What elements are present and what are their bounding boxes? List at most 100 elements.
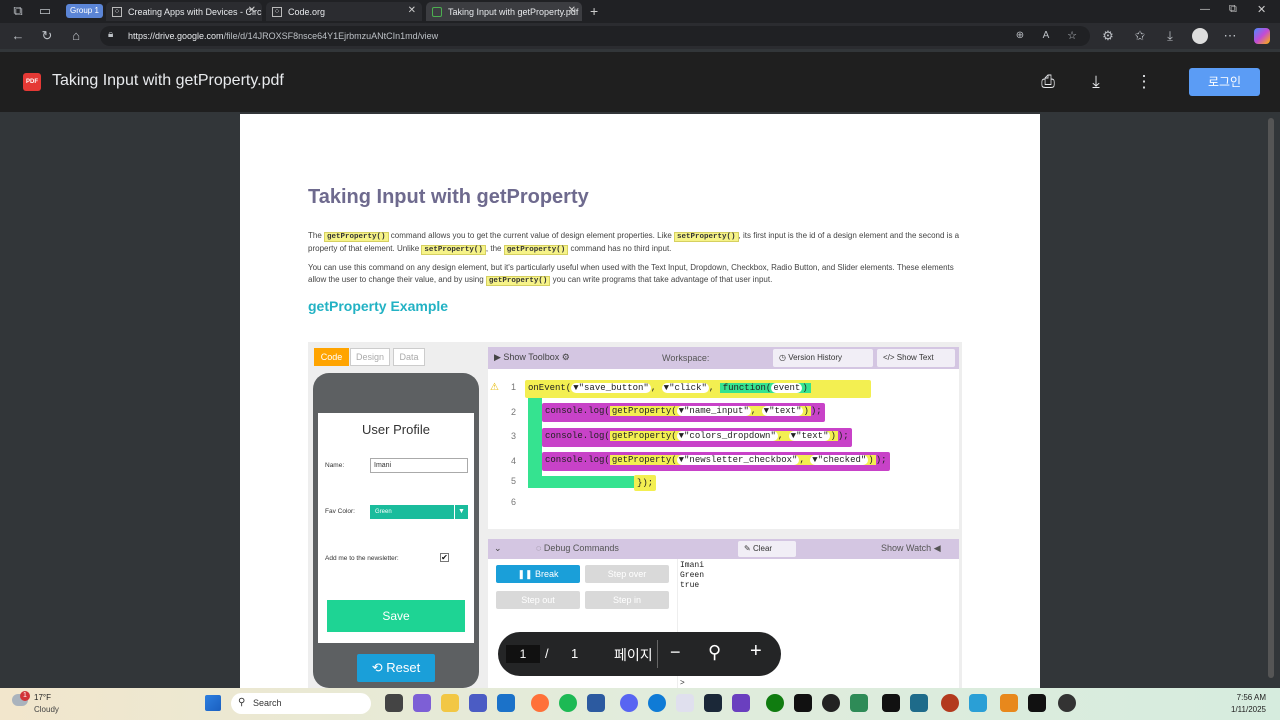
read-aloud-icon[interactable]: A (1038, 28, 1054, 44)
version-history-label: Version History (788, 353, 842, 362)
code-token: "name_input" (684, 406, 749, 416)
teams-icon[interactable] (469, 694, 487, 712)
code-token: "click" (669, 383, 707, 393)
code-icon: </> (883, 353, 897, 362)
code-token: event (771, 383, 803, 393)
close-tab-icon[interactable]: ✕ (408, 5, 416, 16)
new-tab-icon[interactable]: + (590, 3, 598, 19)
app-icon[interactable] (850, 694, 868, 712)
code-arg: ▼"click" (661, 383, 709, 393)
app-icon[interactable] (732, 694, 750, 712)
profile-avatar[interactable] (1192, 28, 1208, 44)
code-token: "text" (796, 431, 829, 441)
close-tab-icon[interactable]: ✕ (248, 5, 256, 16)
code-token: ); (837, 431, 849, 441)
temperature[interactable]: 17°F (34, 693, 51, 702)
code-arg: ▼"name_input" (676, 406, 751, 416)
colors-dropdown: Green ▼ (370, 505, 468, 519)
app-icon[interactable] (910, 694, 928, 712)
app-icon[interactable] (941, 694, 959, 712)
tab-group-label[interactable]: Group 1 (66, 4, 103, 18)
line-number: 6 (510, 497, 516, 507)
print-icon[interactable]: ⎙ (1037, 71, 1059, 93)
task-view-icon[interactable] (385, 694, 403, 712)
zoom-in-icon[interactable]: + (750, 640, 762, 663)
chevron-down-icon: ▼ (454, 505, 468, 519)
address-bar[interactable]: https://drive.google.com/file/d/14JROXSF… (100, 26, 1090, 46)
pdf-file-icon: PDF (23, 73, 41, 91)
code-token: getProperty( (611, 406, 677, 416)
favorite-star-icon[interactable]: ☆ (1064, 28, 1080, 44)
more-menu-icon[interactable]: ⋯ (1222, 28, 1238, 44)
copilot-app-icon[interactable] (413, 694, 431, 712)
document-title: Taking Input with getProperty.pdf (52, 72, 284, 89)
code-arg: ▼"colors_dropdown" (676, 431, 778, 441)
tab-creating-apps[interactable]: ⁘ Creating Apps with Devices - Circ ✕ (106, 2, 262, 21)
line-number: 3 (510, 431, 516, 441)
weather-condition[interactable]: Cloudy (34, 705, 59, 714)
zoom-out-icon[interactable]: − (670, 642, 681, 663)
app-icon[interactable] (1000, 694, 1018, 712)
clear-label: Clear (752, 544, 773, 553)
app-icon[interactable] (822, 694, 840, 712)
spotify-icon[interactable] (559, 694, 577, 712)
extensions-icon[interactable]: ⚙ (1100, 28, 1116, 44)
tab-pdf-active[interactable]: Taking Input with getProperty.pdf ✕ (426, 2, 582, 21)
close-tab-icon[interactable]: ✕ (568, 5, 576, 16)
more-options-icon[interactable]: ⋮ (1133, 71, 1155, 93)
zoom-search-icon[interactable]: ⚲ (708, 642, 721, 663)
text-run: command has no third input. (568, 244, 672, 253)
viewer-scrollbar[interactable] (1268, 118, 1274, 678)
newsletter-checkbox: ✔ (440, 553, 449, 562)
file-explorer-icon[interactable] (441, 694, 459, 712)
notification-badge: 1 (20, 691, 30, 701)
back-icon[interactable]: ← (10, 28, 26, 44)
downloads-icon[interactable]: ⤓ (1162, 28, 1178, 44)
tab-actions-icon[interactable]: ▭ (37, 3, 53, 19)
line-number: 4 (510, 456, 516, 466)
app-icon[interactable] (969, 694, 987, 712)
workspaces-icon[interactable]: ⧉ (10, 3, 26, 19)
dropdown-value: Green (375, 509, 392, 515)
minimize-icon[interactable]: — (1200, 4, 1210, 15)
line-number: 1 (510, 382, 516, 392)
itunes-icon[interactable] (676, 694, 694, 712)
play-icon: ▶ (494, 352, 504, 362)
page-number-input[interactable]: 1 (506, 645, 540, 663)
app-icon[interactable] (1028, 694, 1046, 712)
code-token: function (722, 383, 766, 393)
login-button[interactable]: 로그인 (1189, 68, 1260, 96)
workspace-label: Workspace: (662, 353, 710, 363)
xbox-icon[interactable] (766, 694, 784, 712)
steam-icon[interactable] (704, 694, 722, 712)
code-token: "save_button" (578, 383, 649, 393)
taskbar-search[interactable]: Search (231, 693, 371, 714)
favorites-icon[interactable]: ✩ (1132, 28, 1148, 44)
close-window-icon[interactable]: ✕ (1257, 3, 1266, 16)
firefox-icon[interactable] (531, 694, 549, 712)
onevent-close: }); (634, 475, 657, 491)
console-log-block: console.log(getProperty(▼"colors_dropdow… (542, 428, 852, 447)
download-icon[interactable]: ⤓ (1085, 71, 1107, 93)
zoom-icon[interactable]: ⊕ (1012, 28, 1028, 44)
app-icon[interactable] (497, 694, 515, 712)
restore-icon[interactable]: ⧉ (1229, 3, 1237, 16)
app-icon[interactable] (882, 694, 900, 712)
tab-codeorg[interactable]: ⁘ Code.org ✕ (266, 2, 422, 21)
discord-icon[interactable] (620, 694, 638, 712)
clock-date[interactable]: 1/11/2025 (1220, 705, 1266, 714)
home-icon[interactable]: ⌂ (68, 28, 84, 44)
app-icon[interactable] (587, 694, 605, 712)
pt-app-icon[interactable] (794, 694, 812, 712)
copilot-icon[interactable] (1254, 28, 1270, 44)
edge-icon[interactable] (648, 694, 666, 712)
reload-icon[interactable]: ↻ (39, 28, 55, 44)
app-icon[interactable] (1058, 694, 1076, 712)
codeorg-favicon-icon: ⁘ (272, 6, 282, 17)
windows-start-icon[interactable] (205, 695, 221, 711)
url-path: /file/d/14JROXSF8nsce64Y1EjrbmzuANtCIn1m… (223, 31, 439, 41)
clock-time[interactable]: 7:56 AM (1224, 693, 1266, 702)
code-token: , (708, 383, 715, 393)
lock-icon[interactable]: 🔒︎ (108, 29, 113, 40)
function-end-bar (528, 476, 634, 488)
